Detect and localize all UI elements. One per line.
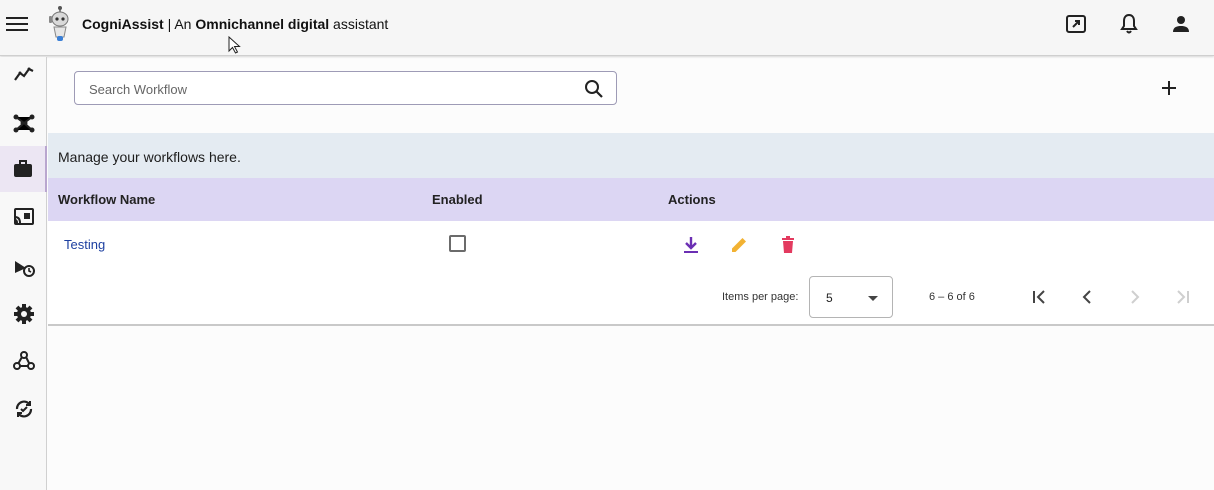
network-hub-icon — [13, 114, 34, 133]
search-icon[interactable] — [584, 79, 604, 99]
next-page-icon[interactable] — [1124, 286, 1146, 308]
sidebar-item-sync[interactable] — [0, 386, 47, 432]
brand-tagline-tail: assistant — [329, 16, 389, 32]
first-page-icon[interactable] — [1028, 286, 1050, 308]
briefcase-icon — [13, 160, 32, 177]
robot-logo-icon — [49, 6, 69, 41]
intro-banner: Manage your workflows here. — [48, 133, 1214, 178]
sidebar-item-analytics[interactable] — [0, 51, 47, 97]
page-size-select[interactable]: 5 — [809, 276, 893, 318]
gear-icon — [13, 304, 34, 324]
sidebar-item-workflows[interactable] — [0, 146, 47, 192]
top-app-bar: CogniAssist | An Omnichannel digital ass… — [0, 0, 1214, 56]
last-page-icon[interactable] — [1172, 286, 1194, 308]
sidebar — [0, 57, 47, 490]
analytics-icon — [13, 67, 33, 81]
sidebar-item-history[interactable] — [0, 244, 47, 290]
column-header-name: Workflow Name — [58, 192, 156, 207]
sidebar-item-settings[interactable] — [0, 291, 47, 337]
webhook-icon — [12, 351, 35, 370]
open-in-window-icon[interactable] — [1064, 12, 1088, 36]
cast-icon — [13, 208, 34, 225]
column-header-enabled: Enabled — [432, 192, 483, 207]
search-input[interactable] — [89, 79, 569, 99]
edit-pencil-icon[interactable] — [729, 235, 749, 255]
account-icon[interactable] — [1169, 12, 1193, 36]
app-title: CogniAssist | An Omnichannel digital ass… — [82, 16, 388, 32]
brand-tagline-bold: Omnichannel digital — [195, 16, 330, 32]
delete-trash-icon[interactable] — [778, 235, 798, 255]
bell-icon[interactable] — [1117, 12, 1141, 36]
page-size-value: 5 — [826, 291, 833, 305]
table-header: Workflow Name Enabled Actions — [48, 178, 1214, 221]
brand-name: CogniAssist — [82, 16, 164, 32]
sidebar-item-network[interactable] — [0, 100, 47, 146]
sidebar-item-webhook[interactable] — [0, 338, 47, 384]
table-row: Testing — [48, 221, 1214, 269]
paginator: Items per page: 5 6 – 6 of 6 — [48, 269, 1214, 324]
brand-separator: | An — [163, 16, 196, 32]
page-range-label: 6 – 6 of 6 — [929, 291, 975, 303]
previous-page-icon[interactable] — [1076, 286, 1098, 308]
items-per-page-label: Items per page: — [722, 291, 799, 303]
sidebar-item-cast[interactable] — [0, 194, 47, 240]
menu-icon[interactable] — [6, 14, 28, 34]
add-workflow-icon[interactable] — [1158, 77, 1180, 99]
search-field[interactable] — [74, 71, 617, 105]
enabled-checkbox[interactable] — [449, 235, 466, 252]
sync-check-icon — [15, 400, 32, 418]
workflow-name-link[interactable]: Testing — [64, 237, 105, 252]
download-icon[interactable] — [681, 235, 701, 255]
scheduled-history-icon — [14, 261, 35, 277]
dropdown-arrow-icon — [868, 296, 878, 301]
column-header-actions: Actions — [668, 192, 716, 207]
workflow-card: Manage your workflows here. Workflow Nam… — [48, 133, 1214, 326]
mouse-cursor-icon — [228, 36, 241, 54]
